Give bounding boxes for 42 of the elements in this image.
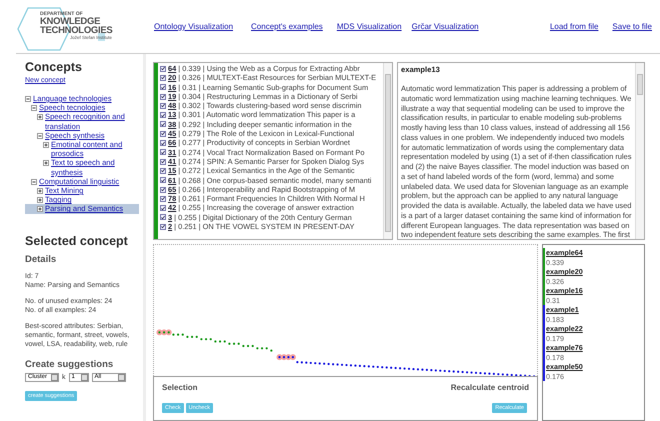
nav-link[interactable]: Save to file: [612, 22, 652, 31]
checkbox[interactable]: [160, 214, 166, 220]
nav-link[interactable]: Grčar Visualization: [412, 22, 479, 31]
checkbox[interactable]: [160, 205, 166, 212]
checkbox[interactable]: [160, 112, 166, 118]
checkbox[interactable]: [160, 130, 166, 137]
checkbox[interactable]: [160, 177, 166, 184]
expand-icon[interactable]: [43, 160, 49, 166]
panel-title: Selection: [162, 383, 198, 392]
subsection-title: Details: [25, 254, 58, 265]
scrollbar[interactable]: [635, 63, 644, 239]
expand-icon[interactable]: [37, 114, 43, 120]
section-title: Concepts: [25, 60, 83, 74]
nav-link[interactable]: Ontology Visualization: [154, 22, 234, 31]
expand-icon[interactable]: [43, 142, 49, 148]
collapse-icon[interactable]: [31, 105, 37, 112]
checkbox[interactable]: [160, 196, 166, 202]
collapse-icon[interactable]: [37, 132, 43, 139]
checkbox[interactable]: [160, 224, 166, 230]
scrollbar[interactable]: [383, 63, 392, 239]
checkbox[interactable]: [160, 121, 166, 128]
nav-link[interactable]: Load from file: [550, 22, 598, 31]
nav-link[interactable]: MDS Visualization: [336, 22, 402, 31]
checkbox[interactable]: [160, 94, 166, 100]
checkbox[interactable]: [160, 66, 166, 72]
checkbox[interactable]: [160, 158, 166, 165]
checkbox[interactable]: [160, 186, 166, 192]
panel-title: Recalculate centroid: [450, 383, 529, 392]
section-title: Selected concept: [25, 234, 129, 248]
checkbox[interactable]: [160, 84, 166, 90]
expand-icon[interactable]: [37, 206, 43, 212]
collapse-icon[interactable]: [31, 178, 37, 185]
checkbox[interactable]: [160, 149, 166, 156]
collapse-icon[interactable]: [25, 96, 31, 102]
checkbox[interactable]: [160, 168, 166, 174]
subsection-title: Create suggestions: [25, 358, 114, 370]
expand-icon[interactable]: [37, 197, 43, 204]
checkbox[interactable]: [160, 102, 166, 109]
nav-link[interactable]: Concept's examples: [251, 22, 323, 31]
checkbox[interactable]: [160, 140, 166, 146]
expand-icon[interactable]: [37, 188, 43, 194]
checkbox[interactable]: [160, 74, 166, 81]
